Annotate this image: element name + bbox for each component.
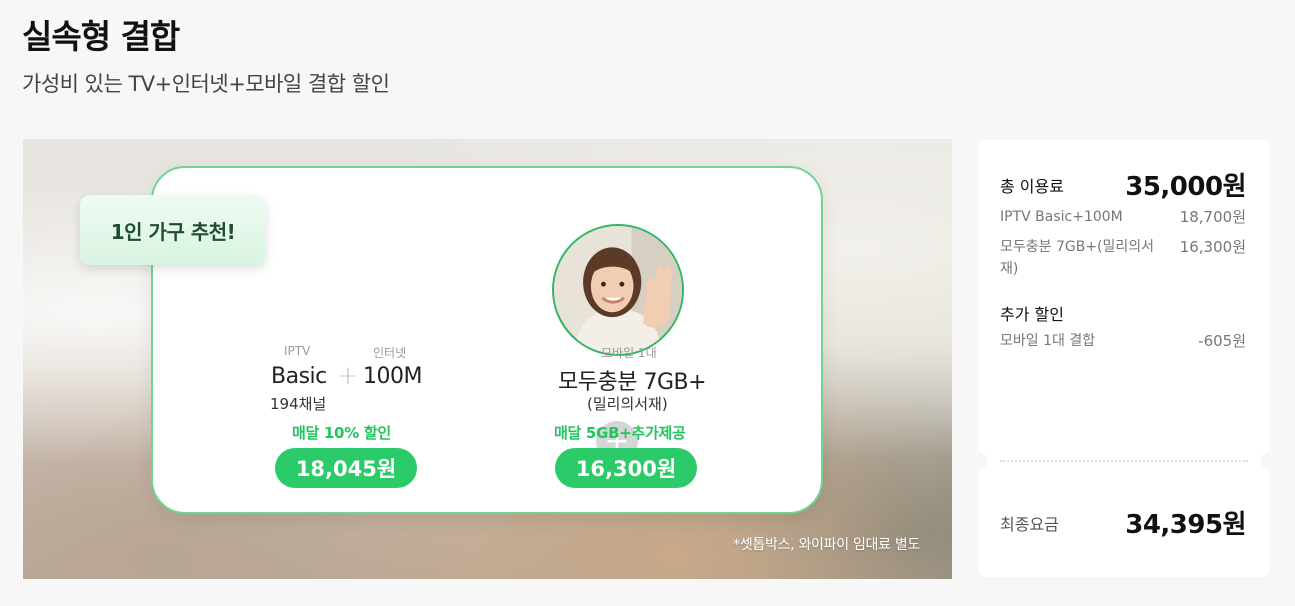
summary-item-value: 16,300원 <box>1179 238 1246 256</box>
left-price-pill: 18,045원 <box>275 448 417 488</box>
mobile-plan-name: 모두충분 7GB+ <box>558 370 707 395</box>
summary-item-label: 모두충분 7GB+(밀리의서재) <box>1000 239 1155 277</box>
summary-item-row: IPTV Basic+100M 18,700원 <box>1000 206 1246 228</box>
summary-item-row: 모두충분 7GB+(밀리의서재) 16,300원 <box>1000 236 1246 280</box>
extra-discount-label: 모바일 1대 결합 <box>1000 333 1096 349</box>
model-photo <box>552 224 684 356</box>
total-row: 총 이용료 35,000원 <box>1000 166 1246 203</box>
ticket-notch-right <box>1261 452 1279 470</box>
extra-discount-row: 모바일 1대 결합 -605원 <box>1000 330 1246 352</box>
summary-divider <box>1000 460 1248 462</box>
promo-banner: IPTV 인터넷 Basic + 100M 194채널 매달 10% 할인 18… <box>23 139 952 579</box>
total-value: 35,000원 <box>1125 172 1246 202</box>
right-discount-text: 매달 5GB+추가제공 <box>554 424 686 442</box>
mobile-small-label: 모바일 1대 <box>601 346 657 360</box>
banner-footnote: *셋톱박스, 와이파이 임대료 별도 <box>733 537 920 553</box>
internet-plan-name: 100M <box>363 364 422 389</box>
ticket-notch-left <box>969 452 987 470</box>
page-title: 실속형 결합 <box>22 17 180 56</box>
plus-icon: + <box>337 361 359 391</box>
person-image-icon <box>554 226 682 354</box>
left-discount-text: 매달 10% 할인 <box>292 424 391 442</box>
extra-discount-title: 추가 할인 <box>1000 305 1064 324</box>
recommend-badge: 1인 가구 추천! <box>80 195 266 265</box>
total-label: 총 이용료 <box>1000 176 1064 196</box>
price-summary-panel: 총 이용료 35,000원 IPTV Basic+100M 18,700원 모두… <box>969 140 1279 577</box>
internet-small-label: 인터넷 <box>373 346 407 360</box>
final-price-label: 최종요금 <box>1000 514 1059 534</box>
summary-item-value: 18,700원 <box>1179 208 1246 226</box>
page-subtitle: 가성비 있는 TV+인터넷+모바일 결합 할인 <box>22 72 390 96</box>
final-price-row: 최종요금 34,395원 <box>1000 504 1246 541</box>
iptv-plan-name: Basic <box>271 364 327 389</box>
iptv-channels: 194채널 <box>270 395 327 413</box>
final-price-value: 34,395원 <box>1125 510 1246 540</box>
summary-item-label: IPTV Basic+100M <box>1000 209 1123 225</box>
iptv-small-label: IPTV <box>284 344 311 358</box>
mobile-plan-sub: (밀리의서재) <box>587 395 668 413</box>
right-price-pill: 16,300원 <box>555 448 697 488</box>
extra-discount-value: -605원 <box>1198 332 1246 350</box>
